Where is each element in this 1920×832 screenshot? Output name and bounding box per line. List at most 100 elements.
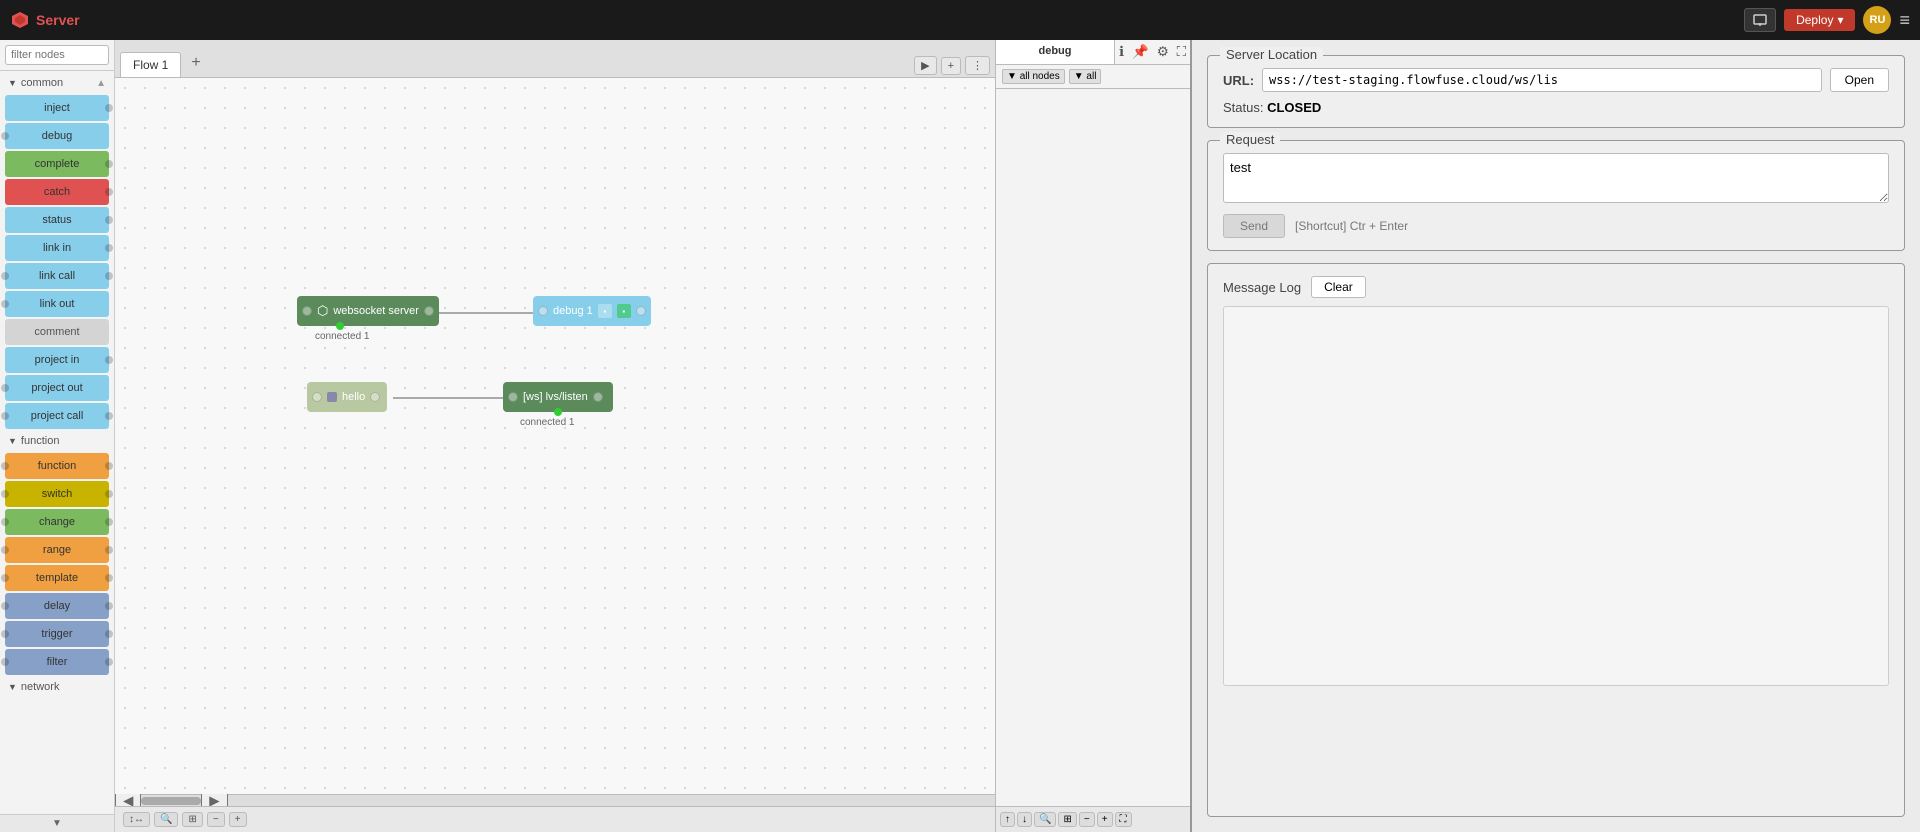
sidebar-item-change[interactable]: change [5, 509, 109, 535]
debug-content [996, 89, 1190, 806]
sidebar-item-comment[interactable]: comment [5, 319, 109, 345]
debug-minus[interactable]: − [1079, 812, 1095, 827]
message-log-title: Message Log [1223, 280, 1301, 295]
ws-server-port-left [302, 306, 312, 316]
flow-ctrl-expand-button[interactable]: ▶ [914, 56, 936, 75]
section-function[interactable]: ▼ function [0, 431, 114, 451]
sidebar-item-inject[interactable]: inject [5, 95, 109, 121]
ws-server-port-right [424, 306, 434, 316]
filter-icon: ▼ [1007, 71, 1017, 82]
tab-flow1[interactable]: Flow 1 [120, 52, 181, 77]
request-textarea[interactable]: test [1223, 153, 1889, 203]
open-button[interactable]: Open [1830, 68, 1889, 92]
send-row: Send [Shortcut] Ctr + Enter [1223, 214, 1889, 238]
search-input[interactable] [5, 45, 109, 65]
canvas-zoom-in[interactable]: 🔍 [154, 812, 178, 827]
flow-ctrl-options-button[interactable]: ⋮ [965, 56, 990, 75]
port-left [1, 630, 9, 638]
ws-listen-port-right [593, 392, 603, 402]
server-location-section: Server Location URL: Open Status: CLOSED [1207, 55, 1905, 128]
section-common[interactable]: ▼ common ▲ [0, 73, 114, 93]
status-row: Status: CLOSED [1223, 100, 1889, 115]
debug-info-button[interactable]: ℹ [1115, 40, 1128, 64]
sidebar-item-project-out[interactable]: project out [5, 375, 109, 401]
filter-all-nodes-button[interactable]: ▼ all nodes [1002, 69, 1065, 84]
debug-settings-button[interactable]: ⚙ [1153, 40, 1173, 64]
sidebar-item-project-call[interactable]: project call [5, 403, 109, 429]
canvas-node-debug1[interactable]: debug 1 ▪ ▪ [533, 296, 651, 326]
scroll-down-button[interactable]: ▼ [0, 814, 114, 832]
canvas-node-ws-listen[interactable]: [ws] lvs/listen [503, 382, 613, 412]
section-network[interactable]: ▼ network [0, 677, 114, 697]
sidebar-search-area [0, 40, 114, 71]
canvas-zoom-plus[interactable]: + [229, 812, 247, 827]
send-button[interactable]: Send [1223, 214, 1285, 238]
clear-button[interactable]: Clear [1311, 276, 1366, 298]
debug-fullscreen[interactable]: ⛶ [1115, 812, 1132, 827]
scroll-up-button[interactable]: ▲ [96, 78, 106, 89]
debug-nav-up[interactable]: ↑ [1000, 812, 1015, 827]
canvas-scroll-thumb[interactable] [141, 797, 201, 805]
filter-all-button[interactable]: ▼ all [1069, 69, 1102, 84]
sidebar-item-switch[interactable]: switch [5, 481, 109, 507]
port-left [1, 518, 9, 526]
port-right [105, 412, 113, 420]
sidebar-item-trigger[interactable]: trigger [5, 621, 109, 647]
port-left [1, 300, 9, 308]
message-log-content [1223, 306, 1889, 686]
flow-controls: ▶ + ⋮ [914, 56, 990, 77]
debug-expand-button[interactable]: ⛶ [1173, 40, 1190, 64]
flow-ctrl-add-button[interactable]: + [941, 57, 961, 75]
port-right [105, 658, 113, 666]
canvas-ctrl-arrows[interactable]: ↕↔ [123, 812, 150, 827]
port-left [1, 132, 9, 140]
port-left [1, 546, 9, 554]
sidebar-item-link-call[interactable]: link call [5, 263, 109, 289]
arrow-icon: ▼ [8, 436, 17, 446]
debug1-btn2[interactable]: ▪ [617, 304, 631, 318]
sidebar-item-function[interactable]: function [5, 453, 109, 479]
port-right [105, 546, 113, 554]
sidebar-item-delay[interactable]: delay [5, 593, 109, 619]
sidebar-item-filter[interactable]: filter [5, 649, 109, 675]
canvas-node-hello[interactable]: hello [307, 382, 387, 412]
arrow-icon: ▼ [8, 682, 17, 692]
debug1-btn1[interactable]: ▪ [598, 304, 612, 318]
sidebar-item-link-out[interactable]: link out [5, 291, 109, 317]
debug-zoom-in[interactable]: 🔍 [1034, 812, 1056, 827]
app-logo: Server [10, 10, 80, 30]
sidebar-content: ▼ common ▲ inject debug complete catch [0, 71, 114, 814]
canvas-fit[interactable]: ⊞ [182, 812, 202, 827]
hamburger-menu-button[interactable]: ≡ [1899, 10, 1910, 31]
sidebar-item-complete[interactable]: complete [5, 151, 109, 177]
sidebar-item-debug[interactable]: debug [5, 123, 109, 149]
screen-btn[interactable] [1744, 8, 1776, 32]
port-right [105, 518, 113, 526]
add-flow-tab-button[interactable]: + [183, 49, 208, 77]
sidebar-item-status[interactable]: status [5, 207, 109, 233]
port-right [105, 602, 113, 610]
debug-plus[interactable]: + [1097, 812, 1113, 827]
port-left [1, 412, 9, 420]
sidebar-item-catch[interactable]: catch [5, 179, 109, 205]
tab-debug[interactable]: debug [996, 40, 1115, 64]
sidebar: ▼ common ▲ inject debug complete catch [0, 40, 115, 832]
url-input[interactable] [1262, 68, 1822, 92]
user-avatar[interactable]: RU [1863, 6, 1891, 34]
canvas-node-websocket-server[interactable]: ⬡ websocket server [297, 296, 439, 326]
port-right [105, 160, 113, 168]
flow-area: Flow 1 + ▶ + ⋮ ⬡ websocket server [115, 40, 995, 832]
request-section: Request test Send [Shortcut] Ctr + Enter [1207, 140, 1905, 251]
deploy-button[interactable]: Deploy ▾ [1784, 9, 1855, 31]
sidebar-item-link-in[interactable]: link in [5, 235, 109, 261]
sidebar-item-project-in[interactable]: project in [5, 347, 109, 373]
debug-fit[interactable]: ⊞ [1058, 812, 1076, 827]
sidebar-item-template[interactable]: template [5, 565, 109, 591]
port-right [105, 244, 113, 252]
debug-nav-down[interactable]: ↓ [1017, 812, 1032, 827]
port-right [105, 490, 113, 498]
canvas-zoom-out[interactable]: − [207, 812, 225, 827]
debug-pin-button[interactable]: 📌 [1128, 40, 1153, 64]
sidebar-item-range[interactable]: range [5, 537, 109, 563]
logo-icon [10, 10, 30, 30]
